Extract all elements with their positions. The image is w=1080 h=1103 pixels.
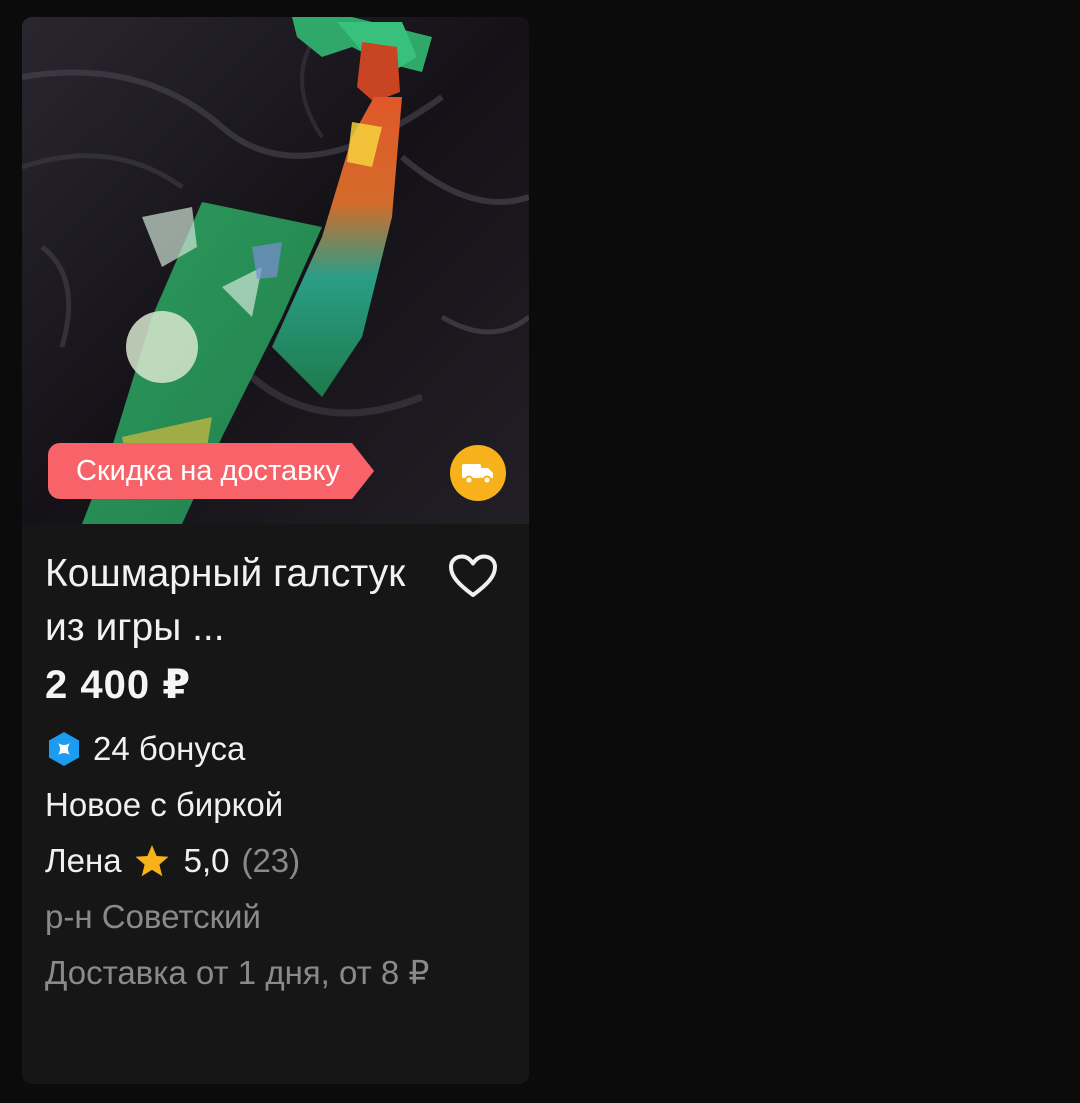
- truck-icon: [450, 445, 506, 501]
- star-icon: [135, 845, 169, 877]
- product-price: 2 400 ₽: [45, 663, 192, 707]
- product-photo[interactable]: Скидка на доставку: [22, 17, 529, 524]
- seller-name: Лена: [45, 842, 122, 879]
- delivery-text: Доставка от 1 дня, от 8 ₽: [45, 954, 430, 991]
- seller-row[interactable]: Лена 5,0 (23): [45, 837, 300, 885]
- bonus-text: 24 бонуса: [93, 730, 246, 767]
- product-title[interactable]: Кошмарный галстук из игры ...: [45, 547, 425, 655]
- bonus-row: 24 бонуса: [47, 725, 245, 773]
- bonus-gem-icon: [49, 732, 79, 766]
- seller-reviews-count: (23): [241, 842, 301, 879]
- condition-text: Новое с биркой: [45, 786, 284, 823]
- heart-outline-icon[interactable]: [445, 550, 501, 602]
- seller-rating: 5,0: [183, 842, 230, 879]
- promo-badge: Скидка на доставку: [48, 443, 374, 499]
- location-text: р-н Советский: [45, 898, 261, 935]
- product-card[interactable]: Скидка на доставку Кошмарный галстук из …: [22, 17, 529, 1084]
